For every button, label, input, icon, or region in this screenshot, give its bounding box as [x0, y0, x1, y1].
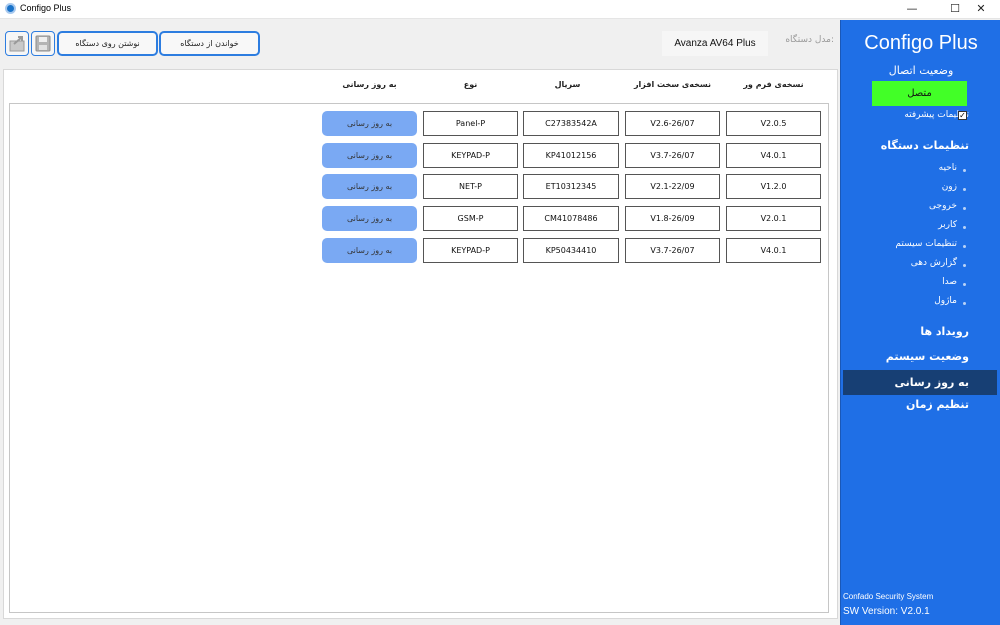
serial-cell: CM41078486	[523, 206, 619, 231]
sidebar-item-system-settings[interactable]: تنظیمات سیستم	[841, 239, 957, 249]
sidebar-item-user[interactable]: کاربر	[841, 220, 957, 230]
column-header-firmware: نسخه‌ی فرم ور	[743, 80, 804, 89]
save-button[interactable]	[31, 31, 55, 56]
device-model-value: Avanza AV64 Plus	[662, 31, 768, 56]
sidebar-item-module[interactable]: ماژول	[841, 296, 957, 306]
type-cell: Panel-P	[423, 111, 518, 136]
window-title: Configo Plus	[20, 3, 72, 13]
app-logo-icon	[5, 3, 16, 14]
bullet-icon	[963, 302, 966, 305]
export-icon	[9, 36, 25, 52]
serial-cell: KP50434410	[523, 238, 619, 263]
bullet-icon	[963, 188, 966, 191]
firmware-cell: V4.0.1	[726, 238, 821, 263]
export-button[interactable]	[5, 31, 29, 56]
bullet-icon	[963, 169, 966, 172]
update-button[interactable]: به روز رسانی	[322, 238, 417, 263]
app-window: Configo Plus — ☐ ✕ نوشتن روی دستگاه خوان…	[0, 0, 1000, 625]
firmware-cell: V1.2.0	[726, 174, 821, 199]
hardware-cell: V2.1-22/09	[625, 174, 720, 199]
hardware-cell: V3.7-26/07	[625, 238, 720, 263]
hardware-cell: V1.8-26/09	[625, 206, 720, 231]
device-model-label: مدل دستگاه:	[785, 35, 834, 45]
sidebar-item-device-settings[interactable]: تنظیمات دستگاه	[841, 139, 969, 152]
sidebar-item-zone[interactable]: زون	[841, 182, 957, 192]
sidebar-item-system-status[interactable]: وضعیت سیستم	[841, 350, 969, 363]
close-button[interactable]: ✕	[962, 0, 1000, 19]
column-header-type: نوع	[463, 80, 478, 89]
sidebar-item-reporting[interactable]: گزارش دهی	[841, 258, 957, 268]
bullet-icon	[963, 264, 966, 267]
column-header-serial: سریال	[554, 80, 581, 89]
connection-status-badge: متصل	[872, 81, 967, 106]
company-name: Confado Security System	[843, 592, 934, 601]
connection-status-title: وضعیت اتصال	[888, 64, 954, 77]
sidebar-item-sound[interactable]: صدا	[841, 277, 957, 287]
sidebar-item-output[interactable]: خروجی	[841, 201, 957, 211]
sidebar-item-update[interactable]: به روز رسانی	[841, 376, 969, 389]
advanced-settings-checkbox[interactable]: ✓	[958, 111, 967, 120]
title-bar: Configo Plus — ☐ ✕	[0, 0, 1000, 19]
software-version: SW Version: V2.0.1	[843, 606, 930, 617]
type-cell: KEYPAD-P	[423, 238, 518, 263]
update-button[interactable]: به روز رسانی	[322, 111, 417, 136]
minimize-button[interactable]: —	[893, 0, 931, 19]
type-cell: NET-P	[423, 174, 518, 199]
advanced-settings-label: تنظیمات پیشرفته	[904, 110, 969, 120]
read-from-device-button[interactable]: خواندن از دستگاه	[159, 31, 260, 56]
column-header-update: به روز رسانی	[342, 80, 397, 89]
update-button[interactable]: به روز رسانی	[322, 174, 417, 199]
bullet-icon	[963, 226, 966, 229]
write-to-device-button[interactable]: نوشتن روی دستگاه	[57, 31, 158, 56]
serial-cell: KP41012156	[523, 143, 619, 168]
bullet-icon	[963, 245, 966, 248]
firmware-cell: V4.0.1	[726, 143, 821, 168]
save-icon	[35, 35, 51, 52]
sidebar-item-time-settings[interactable]: تنظیم زمان	[841, 398, 969, 411]
sidebar-item-events[interactable]: رویداد ها	[841, 325, 969, 338]
serial-cell: ET10312345	[523, 174, 619, 199]
update-button[interactable]: به روز رسانی	[322, 143, 417, 168]
firmware-cell: V2.0.5	[726, 111, 821, 136]
type-cell: GSM-P	[423, 206, 518, 231]
sidebar-item-area[interactable]: ناحیه	[841, 163, 957, 173]
update-button[interactable]: به روز رسانی	[322, 206, 417, 231]
hardware-cell: V2.6-26/07	[625, 111, 720, 136]
serial-cell: C27383542A	[523, 111, 619, 136]
sidebar: Configo Plus وضعیت اتصال متصل تنظیمات پی…	[840, 20, 1000, 625]
type-cell: KEYPAD-P	[423, 143, 518, 168]
hardware-cell: V3.7-26/07	[625, 143, 720, 168]
bullet-icon	[963, 283, 966, 286]
column-header-hardware: نسخه‌ی سخت افزار	[633, 80, 712, 89]
brand-title: Configo Plus	[864, 32, 978, 54]
firmware-cell: V2.0.1	[726, 206, 821, 231]
bullet-icon	[963, 207, 966, 210]
